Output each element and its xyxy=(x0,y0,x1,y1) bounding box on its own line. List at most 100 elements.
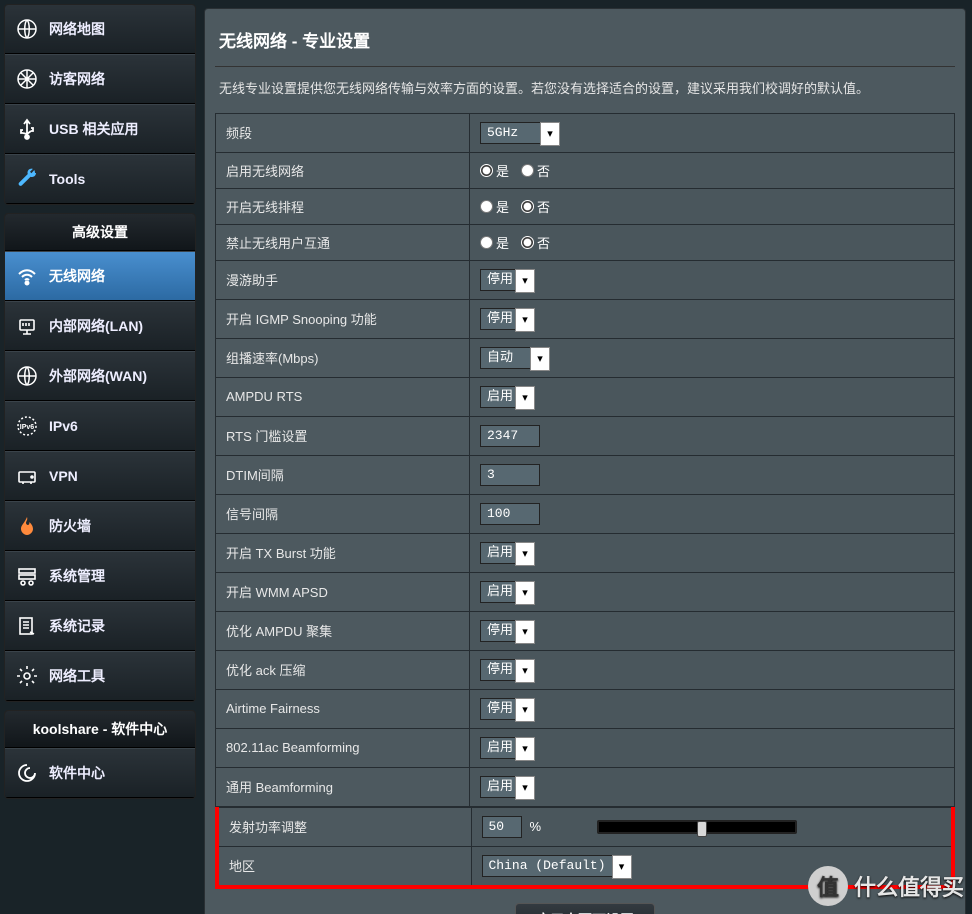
globe-icon xyxy=(15,17,39,41)
label: DTIM间隔 xyxy=(216,455,470,494)
region-select[interactable]: China (Default) xyxy=(482,855,632,877)
wifi-icon xyxy=(15,264,39,288)
wrench-icon xyxy=(15,167,39,191)
uni-bf-select[interactable]: 启用 xyxy=(480,776,535,798)
apply-button[interactable]: 应用本页面设置 xyxy=(515,903,655,914)
row-beacon: 信号间隔 xyxy=(216,494,955,533)
txburst-select[interactable]: 启用 xyxy=(480,542,535,564)
nav-advanced: 高级设置 无线网络 内部网络(LAN) 外部网络(WAN) IPv6 IPv6 … xyxy=(4,213,196,702)
row-rts: RTS 门槛设置 xyxy=(216,416,955,455)
row-roaming: 漫游助手 停用 xyxy=(216,260,955,299)
nav-item-lan[interactable]: 内部网络(LAN) xyxy=(5,301,195,351)
nav-label: Tools xyxy=(49,171,85,187)
row-mcast: 组播速率(Mbps) 自动 xyxy=(216,338,955,377)
txpower-unit: % xyxy=(530,819,542,834)
ack-opt-select[interactable]: 停用 xyxy=(480,659,535,681)
ipv6-icon: IPv6 xyxy=(15,414,39,438)
igmp-select[interactable]: 停用 xyxy=(480,308,535,330)
nav-item-network-map[interactable]: 网络地图 xyxy=(5,5,195,54)
row-txpower: 发射功率调整 % xyxy=(217,807,953,846)
nav-label: 系统管理 xyxy=(49,566,105,586)
label: 禁止无线用户互通 xyxy=(216,224,470,260)
txpower-slider[interactable] xyxy=(597,820,797,834)
slider-thumb-icon[interactable] xyxy=(697,821,707,837)
nav-item-usb[interactable]: USB 相关应用 xyxy=(5,104,195,154)
wmm-select[interactable]: 启用 xyxy=(480,581,535,603)
nav-label: 网络地图 xyxy=(49,19,105,39)
row-ampdu-opt: 优化 AMPDU 聚集 停用 xyxy=(216,611,955,650)
ampdu-rts-select[interactable]: 启用 xyxy=(480,386,535,408)
nav-item-softcenter[interactable]: 软件中心 xyxy=(5,748,195,798)
nav-item-ipv6[interactable]: IPv6 IPv6 xyxy=(5,401,195,451)
nav-label: 网络工具 xyxy=(49,666,105,686)
roaming-select[interactable]: 停用 xyxy=(480,269,535,291)
row-schedule: 开启无线排程 是 否 xyxy=(216,188,955,224)
label: 优化 ack 压缩 xyxy=(216,650,470,689)
label: 漫游助手 xyxy=(216,260,470,299)
rts-input[interactable] xyxy=(480,425,540,447)
row-uni-bf: 通用 Beamforming 启用 xyxy=(216,767,955,806)
row-ac-bf: 802.11ac Beamforming 启用 xyxy=(216,728,955,767)
nav-item-admin[interactable]: 系统管理 xyxy=(5,551,195,601)
label: RTS 门槛设置 xyxy=(216,416,470,455)
ac-bf-select[interactable]: 启用 xyxy=(480,737,535,759)
row-enable-radio: 启用无线网络 是 否 xyxy=(216,152,955,188)
label: 地区 xyxy=(217,846,471,887)
nav-item-vpn[interactable]: VPN xyxy=(5,451,195,501)
nav-item-wan[interactable]: 外部网络(WAN) xyxy=(5,351,195,401)
nav-label: VPN xyxy=(49,468,78,484)
row-igmp: 开启 IGMP Snooping 功能 停用 xyxy=(216,299,955,338)
nav-item-tools[interactable]: Tools xyxy=(5,154,195,204)
nav-label: USB 相关应用 xyxy=(49,119,138,139)
nav-item-nettool[interactable]: 网络工具 xyxy=(5,651,195,701)
nav-label: 外部网络(WAN) xyxy=(49,366,147,386)
row-airtime: Airtime Fairness 停用 xyxy=(216,689,955,728)
nav-label: 系统记录 xyxy=(49,616,105,636)
nav-koolshare: koolshare - 软件中心 软件中心 xyxy=(4,710,196,799)
label: 优化 AMPDU 聚集 xyxy=(216,611,470,650)
radio-no[interactable]: 否 xyxy=(521,161,550,180)
nav-label: 防火墙 xyxy=(49,516,91,536)
log-icon xyxy=(15,614,39,638)
nav-label: 内部网络(LAN) xyxy=(49,316,143,336)
fire-icon xyxy=(15,514,39,538)
nav-item-firewall[interactable]: 防火墙 xyxy=(5,501,195,551)
watermark: 值 什么值得买 xyxy=(808,866,964,906)
wan-icon xyxy=(15,364,39,388)
divider xyxy=(215,66,955,67)
guest-icon xyxy=(15,67,39,91)
band-select[interactable]: 5GHz xyxy=(480,122,560,144)
txpower-input[interactable] xyxy=(482,816,522,838)
radio-yes[interactable]: 是 xyxy=(480,233,509,252)
radio-no[interactable]: 否 xyxy=(521,233,550,252)
dtim-input[interactable] xyxy=(480,464,540,486)
label: AMPDU RTS xyxy=(216,377,470,416)
nav-item-log[interactable]: 系统记录 xyxy=(5,601,195,651)
nav-label: 软件中心 xyxy=(49,763,105,783)
nav-item-guest[interactable]: 访客网络 xyxy=(5,54,195,104)
radio-yes[interactable]: 是 xyxy=(480,161,509,180)
beacon-input[interactable] xyxy=(480,503,540,525)
radio-yes[interactable]: 是 xyxy=(480,197,509,216)
nav-item-wireless[interactable]: 无线网络 xyxy=(5,251,195,301)
swirl-icon xyxy=(15,761,39,785)
ampdu-opt-select[interactable]: 停用 xyxy=(480,620,535,642)
row-ack-opt: 优化 ack 压缩 停用 xyxy=(216,650,955,689)
label: 频段 xyxy=(216,113,470,152)
usb-icon xyxy=(15,117,39,141)
radio-no[interactable]: 否 xyxy=(521,197,550,216)
lan-icon xyxy=(15,314,39,338)
label: 开启 WMM APSD xyxy=(216,572,470,611)
watermark-badge-icon: 值 xyxy=(808,866,848,906)
mcast-select[interactable]: 自动 xyxy=(480,347,550,369)
label: 发射功率调整 xyxy=(217,807,471,846)
airtime-select[interactable]: 停用 xyxy=(480,698,535,720)
watermark-text: 什么值得买 xyxy=(854,870,964,902)
row-band: 频段 5GHz xyxy=(216,113,955,152)
settings-table: 频段 5GHz 启用无线网络 是 否 开启无线排程 是 否 xyxy=(215,113,955,807)
row-ampdu-rts: AMPDU RTS 启用 xyxy=(216,377,955,416)
nav-header-koolshare: koolshare - 软件中心 xyxy=(5,711,195,748)
label: 开启 TX Burst 功能 xyxy=(216,533,470,572)
panel-title: 无线网络 - 专业设置 xyxy=(215,21,955,66)
main-content: 无线网络 - 专业设置 无线专业设置提供您无线网络传输与效率方面的设置。若您没有… xyxy=(196,0,972,914)
